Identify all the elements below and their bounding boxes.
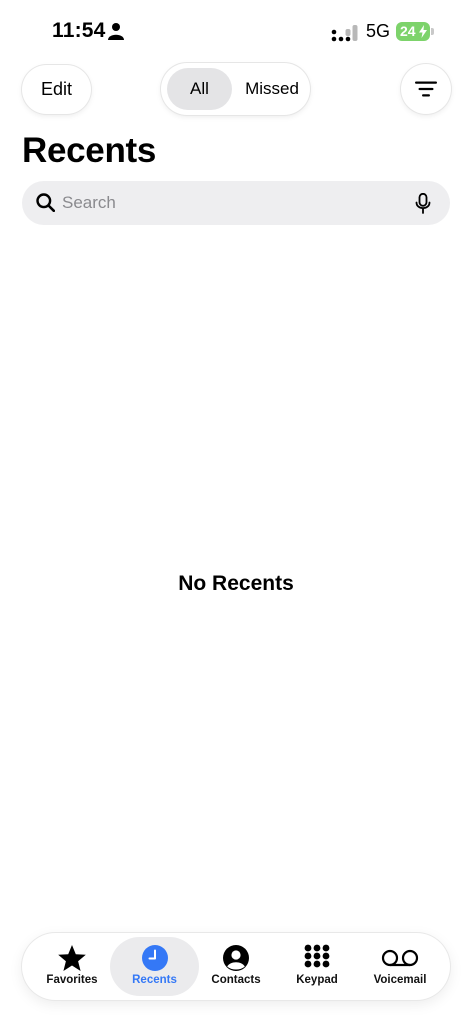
tab-keypad[interactable]: Keypad <box>278 937 356 996</box>
filter-icon <box>415 81 437 97</box>
tab-label-keypad: Keypad <box>296 974 338 986</box>
charging-bolt-icon <box>419 25 427 38</box>
person-circle-icon <box>223 945 249 971</box>
tab-label-voicemail: Voicemail <box>373 974 427 986</box>
person-icon <box>108 23 124 40</box>
search-bar <box>22 181 450 225</box>
search-input[interactable] <box>62 181 402 225</box>
battery-indicator: 24 <box>396 22 430 41</box>
clock-icon <box>141 945 168 971</box>
segment-all[interactable]: All <box>167 68 232 110</box>
edit-button[interactable]: Edit <box>22 65 91 114</box>
call-filter-segmented-control: All Missed <box>161 63 310 115</box>
tab-label-contacts: Contacts <box>211 974 261 986</box>
tab-voicemail[interactable]: Voicemail <box>358 937 442 996</box>
microphone-icon[interactable] <box>415 193 431 214</box>
phone-recents-screen: 11:54 5G 24 Edit All Missed Recents Sear… <box>0 0 472 1024</box>
network-type: 5G <box>366 21 391 41</box>
status-time: 11:54 <box>52 19 106 42</box>
voicemail-icon <box>381 949 419 967</box>
empty-state-text: No Recents <box>178 572 294 595</box>
keypad-icon <box>304 944 330 968</box>
search-icon <box>36 193 55 212</box>
tab-recents[interactable]: Recents <box>110 937 199 996</box>
tab-label-recents: Recents <box>132 974 177 986</box>
tab-bar: Favorites Recents Contacts Keypad Voicem… <box>22 933 450 1000</box>
signal-icon <box>331 25 358 42</box>
tab-contacts[interactable]: Contacts <box>195 937 277 996</box>
page-title: Recents <box>22 131 157 170</box>
battery-cap <box>431 28 434 35</box>
tab-favorites[interactable]: Favorites <box>30 937 114 996</box>
segment-missed[interactable]: Missed <box>238 68 306 110</box>
star-icon <box>58 945 86 971</box>
tab-label-favorites: Favorites <box>46 974 98 986</box>
status-bar: 11:54 5G 24 <box>0 0 472 64</box>
battery-level: 24 <box>400 23 416 39</box>
filter-button[interactable] <box>401 64 451 114</box>
